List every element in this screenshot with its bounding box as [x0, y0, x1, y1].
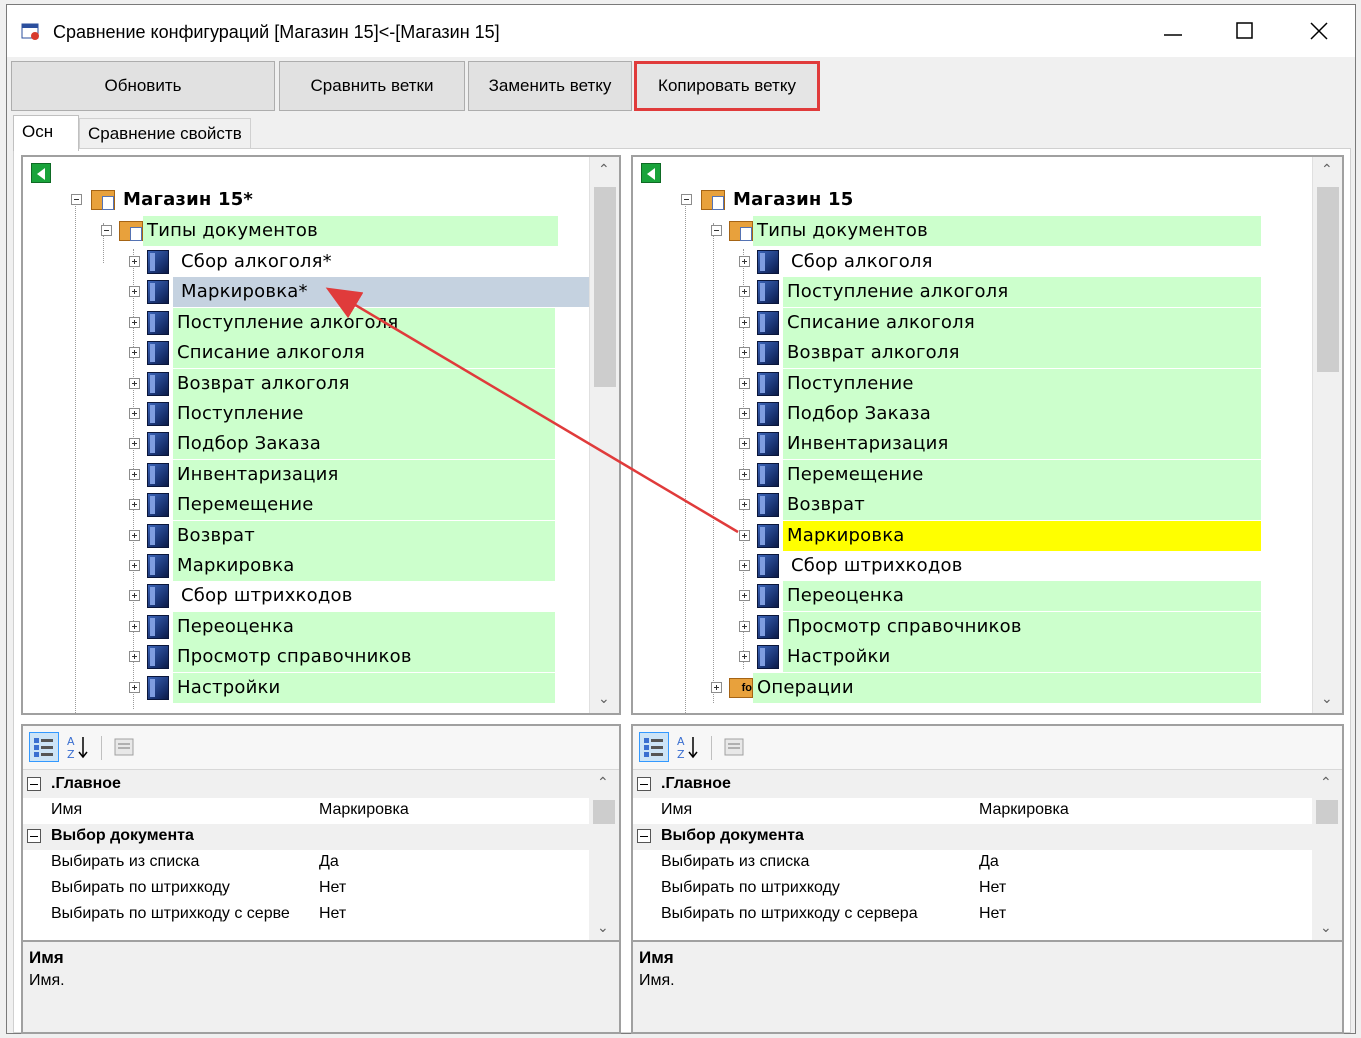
annotation-arrow: [325, 287, 739, 534]
